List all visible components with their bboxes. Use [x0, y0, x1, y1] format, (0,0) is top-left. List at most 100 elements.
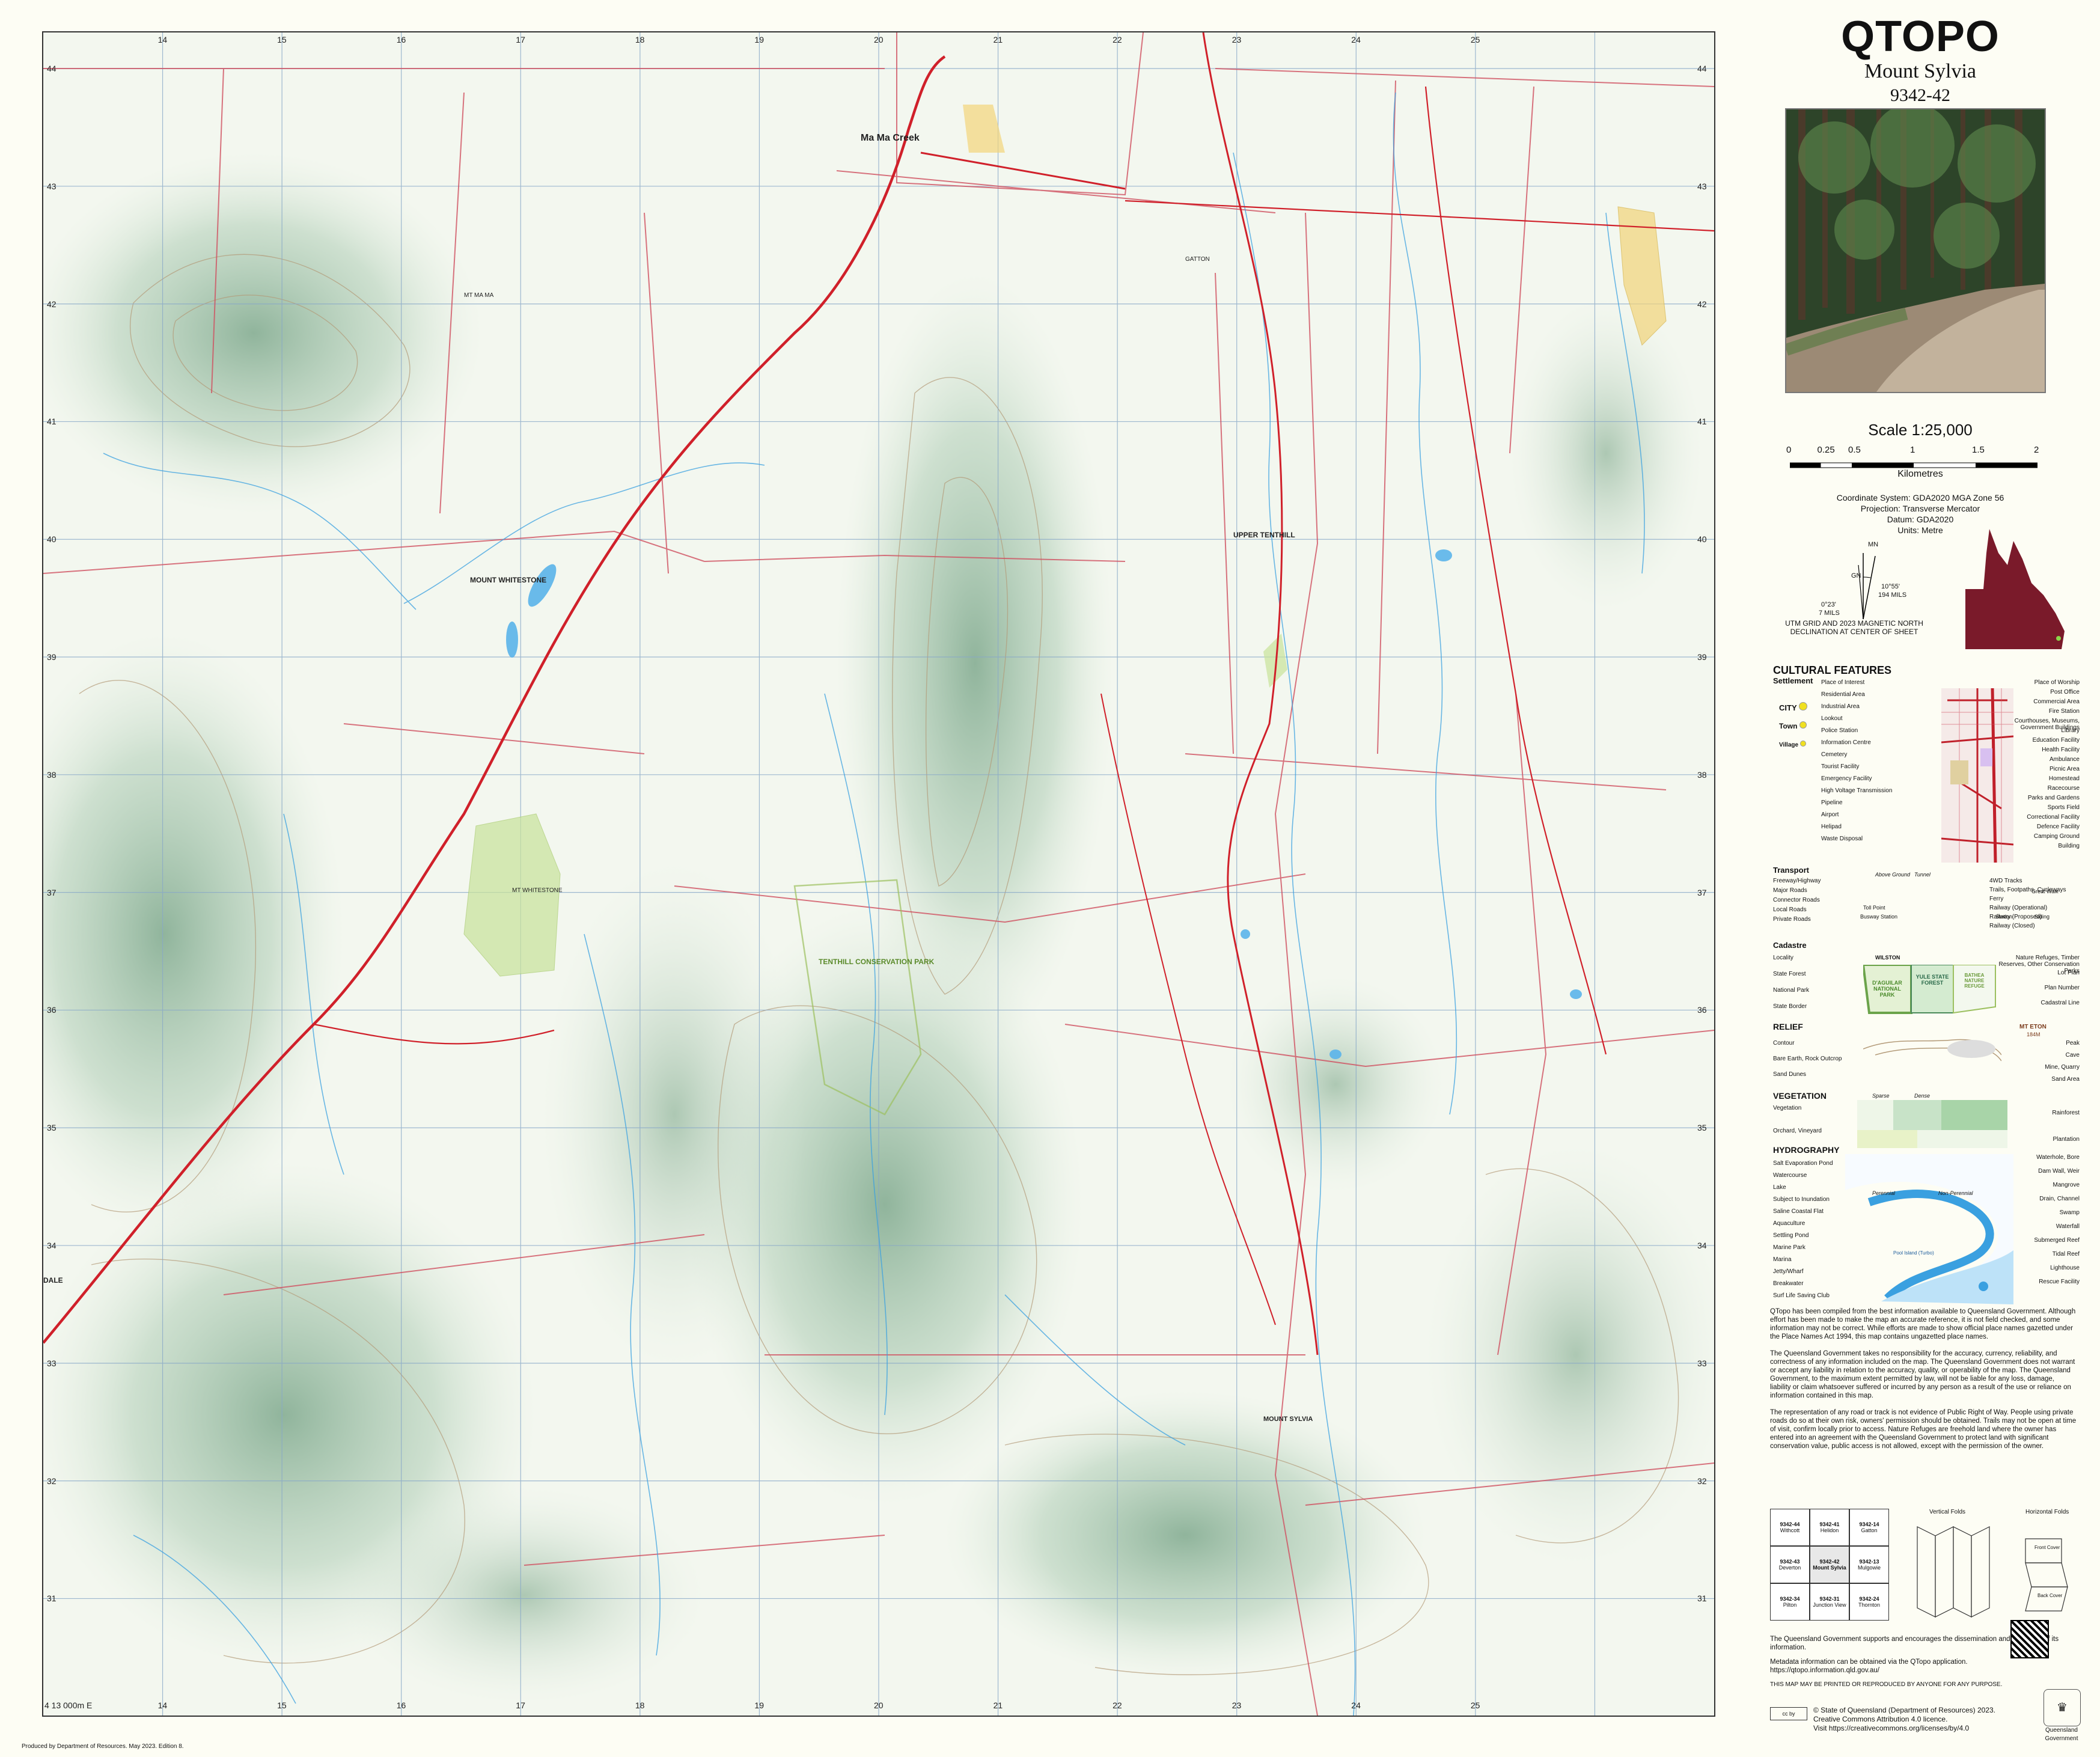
- forest-road-image: [1786, 109, 2045, 392]
- legend-item: Marine Park: [1773, 1244, 1805, 1251]
- legend-wilston: WILSTON: [1875, 955, 1900, 961]
- map-canvas[interactable]: Ma Ma Creek MOUNT WHITESTONE UPPER TENTHIL…: [43, 32, 1714, 1716]
- legend-item: Emergency Facility: [1821, 775, 1872, 782]
- legend-item: Place of Worship: [2034, 679, 2080, 686]
- legend-item: Private Roads: [1773, 916, 1811, 923]
- map-sheet: Ma Ma Creek MOUNT WHITESTONE UPPER TENTHIL…: [0, 0, 2100, 1757]
- legend-item: Watercourse: [1773, 1172, 1807, 1179]
- copyright-line-3[interactable]: Visit https://creativecommons.org/licens…: [1813, 1724, 1995, 1733]
- easting-label: 18: [635, 35, 645, 44]
- northing-label: 44: [1697, 64, 1707, 73]
- coord-system: Coordinate System: GDA2020 MGA Zone 56: [1836, 493, 2004, 503]
- legend-perennial: Perennial: [1872, 1190, 1896, 1196]
- decl-angle-1: 10°55': [1881, 583, 1900, 590]
- easting-label: 23: [1232, 1700, 1242, 1710]
- northing-label: 36: [47, 1005, 56, 1015]
- decl-mils-1: 194 MILS: [1878, 591, 1907, 599]
- legend-item: Breakwater: [1773, 1280, 1804, 1287]
- legend-item: Pipeline: [1821, 799, 1843, 806]
- scale-tick-label: 0.25: [1817, 445, 1835, 455]
- scale-tick-label: 1: [1910, 445, 1915, 455]
- gn-label: GN: [1851, 572, 1861, 579]
- index-sheet-9342-43: 9342-43 Deverton: [1770, 1546, 1810, 1583]
- northing-label: 32: [1697, 1476, 1707, 1486]
- index-sheet-9342-34: 9342-34 Pilton: [1770, 1583, 1810, 1621]
- legend-panel: QTOPO Mount Sylvia 9342-42 Scale 1:25,00…: [1755, 12, 2086, 1743]
- index-sheet-9342-13: 9342-13 Mulgowie: [1849, 1546, 1889, 1583]
- legend-item: Aquaculture: [1773, 1220, 1805, 1227]
- legend-hydro-title: HYDROGRAPHY: [1773, 1145, 1840, 1155]
- northing-label: 44: [47, 64, 56, 73]
- legend-toll-point: Toll Point: [1863, 905, 1885, 911]
- index-sheet-9342-42: 9342-42 Mount Sylvia: [1810, 1546, 1849, 1583]
- legend-item: Lot Plan: [2057, 970, 2080, 976]
- place-label: Ma Ma Creek: [861, 133, 920, 143]
- fold-front-cover: Front Cover: [2034, 1545, 2060, 1550]
- easting-label: 14: [157, 1700, 168, 1710]
- legend-item: Settling Pond: [1773, 1232, 1809, 1239]
- index-sheet-9342-31: 9342-31 Junction View: [1810, 1583, 1849, 1621]
- legend-item: Residential Area: [1821, 691, 1865, 698]
- legend-item: Jetty/Wharf: [1773, 1268, 1804, 1275]
- qr-code-icon[interactable]: [2010, 1620, 2049, 1658]
- decl-caption-2: DECLINATION AT CENTER OF SHEET: [1790, 628, 1918, 636]
- easting-label: 22: [1113, 1700, 1122, 1710]
- declination-caption: UTM GRID AND 2023 MAGNETIC NORTH DECLINA…: [1779, 619, 1929, 636]
- scale-label: Scale 1:25,000: [1868, 421, 1973, 439]
- copyright-line-2: Creative Commons Attribution 4.0 licence…: [1813, 1715, 1948, 1723]
- legend-vegetation-graphic: [1857, 1100, 2007, 1148]
- index-sheet-9342-14: 9342-14 Gatton: [1849, 1509, 1889, 1546]
- easting-label: 19: [754, 1700, 764, 1710]
- northing-label: 32: [47, 1476, 56, 1486]
- northing-label: 41: [47, 417, 56, 427]
- easting-label: 14: [157, 35, 168, 44]
- easting-label: 16: [396, 1700, 406, 1710]
- legend-item: Saline Coastal Flat: [1773, 1208, 1824, 1215]
- legend-item: Railway (Operational): [1989, 905, 2048, 911]
- legend-item: Industrial Area: [1821, 703, 1860, 710]
- legend-item: Ferry: [1989, 896, 2004, 902]
- legend-village: Village: [1779, 741, 1806, 748]
- legend-busway: Busway Station: [1860, 914, 1898, 920]
- footer-metadata-link[interactable]: Metadata information can be obtained via…: [1770, 1658, 1968, 1675]
- legend-item: Lookout: [1821, 715, 1843, 722]
- northing-label: 41: [1697, 417, 1707, 427]
- cc-by-icon: cc by: [1770, 1707, 1807, 1720]
- legend-item: Freeway/Highway: [1773, 878, 1821, 884]
- northing-label: 40: [1697, 534, 1707, 545]
- legend-item: Major Roads: [1773, 887, 1807, 894]
- disclaimer-p3: The representation of any road or track …: [1770, 1409, 2077, 1450]
- legend-item: Sand Area: [2051, 1076, 2080, 1083]
- legend-great-walk: Great Walk: [2031, 888, 2059, 894]
- legend-siding: Siding: [2034, 914, 2050, 920]
- sheet-code: 9342-42: [1890, 85, 1950, 105]
- place-label: MOUNT WHITESTONE: [470, 576, 546, 584]
- easting-label: 24: [1351, 1700, 1361, 1710]
- produced-by: Produced by Department of Resources. May…: [22, 1743, 184, 1750]
- place-label: TENTHILL CONSERVATION PARK: [819, 958, 935, 966]
- legend-item: Information Centre: [1821, 739, 1871, 746]
- legend-city: CITY: [1779, 702, 1808, 712]
- easting-label: 15: [277, 35, 287, 44]
- corner-easting-left: 4 13 000m E: [44, 1700, 93, 1710]
- sheet-name: Mount Sylvia: [1864, 60, 1977, 82]
- queensland-locator-map: [1953, 529, 2074, 649]
- legend-item: Tourist Facility: [1821, 763, 1860, 770]
- legend-item: Peak: [2066, 1040, 2080, 1047]
- legend-settlement: Settlement: [1773, 676, 1813, 685]
- legend-item: Vegetation: [1773, 1105, 1802, 1111]
- copyright-line-1: © State of Queensland (Department of Res…: [1813, 1706, 1996, 1714]
- easting-label: 17: [516, 35, 525, 44]
- map-frame[interactable]: Ma Ma Creek MOUNT WHITESTONE UPPER TENTHIL…: [42, 31, 1715, 1717]
- northing-label: 37: [47, 887, 56, 897]
- mn-label: MN: [1868, 541, 1879, 548]
- legend-item: National Park: [1773, 987, 1810, 994]
- easting-label: 18: [635, 1700, 645, 1710]
- legend-town: Town: [1779, 721, 1807, 730]
- index-sheet-9342-44: 9342-44 Withcott: [1770, 1509, 1810, 1546]
- northing-label: 43: [47, 181, 56, 191]
- northing-label: 34: [1697, 1241, 1707, 1251]
- easting-label: 17: [516, 1700, 525, 1710]
- legend-item: Cave: [2065, 1052, 2080, 1059]
- legend-town-plan: [1941, 688, 2013, 863]
